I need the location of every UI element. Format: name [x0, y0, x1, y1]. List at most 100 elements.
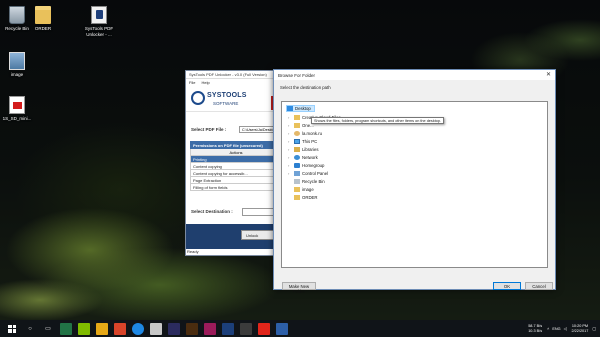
table-row[interactable]: Filling of form fields [190, 184, 282, 191]
recycle-bin-icon [294, 179, 300, 184]
tree-item-this-pc[interactable]: › This PC [288, 138, 317, 145]
language-indicator[interactable]: ENG [552, 327, 560, 331]
image-file-icon [9, 52, 25, 70]
select-pdf-label: Select PDF File : [191, 127, 227, 132]
select-destination-label: Select Destination : [191, 209, 233, 214]
tree-item-libraries[interactable]: › Libraries [288, 146, 318, 153]
dialog-subtitle: Select the destination path [280, 85, 331, 90]
table-row[interactable]: Content copying [190, 163, 282, 170]
desktop-icon-label: SysTools PDF Unlocker - ... [84, 26, 114, 37]
user-folder-icon [294, 131, 300, 136]
pdf-file-icon [9, 96, 25, 114]
tree-item-control-panel[interactable]: › Control Panel [288, 170, 328, 177]
desktop: Recycle Bin ORDER SysTools PDF Unlocker … [0, 0, 600, 320]
desktop-tooltip: Shows the files, folders, program shortc… [311, 117, 445, 124]
photoshop-icon[interactable] [222, 322, 234, 335]
network-icon [294, 155, 300, 160]
table-row[interactable]: Page Extraction [190, 177, 282, 184]
tree-item-onedrive[interactable]: › One... [288, 122, 314, 129]
library-icon [294, 147, 300, 152]
excel-icon[interactable] [60, 322, 72, 335]
tree-item-label: This PC [302, 139, 318, 144]
start-button[interactable] [6, 323, 18, 335]
windows-logo-icon [8, 324, 16, 333]
tree-item-label: Homegroup [302, 163, 325, 168]
tree-item-image[interactable]: image [294, 186, 314, 193]
acrobat-icon[interactable] [258, 322, 270, 335]
tree-item-homegroup[interactable]: › Homegroup [288, 162, 324, 169]
tree-item-label: Desktop [295, 106, 311, 111]
app-title-bar[interactable]: SysTools PDF Unlocker - v3.0 (Full Versi… [186, 71, 284, 79]
computer-icon [294, 139, 300, 144]
menu-help[interactable]: Help [201, 80, 209, 85]
cortana-icon[interactable]: ○ [24, 323, 36, 335]
app-green-icon[interactable] [78, 322, 90, 335]
browse-folder-dialog: Browse For Folder ✕ Select the destinati… [273, 69, 556, 294]
tree-item-label: Network [302, 155, 318, 160]
desktop-icon [287, 106, 293, 111]
clock[interactable]: 10:20 PM 2/22/2017 [572, 324, 589, 333]
ok-button[interactable]: OK [493, 282, 521, 290]
file-explorer-icon[interactable] [96, 322, 108, 335]
folder-icon [294, 115, 300, 120]
control-panel-icon [294, 171, 300, 176]
folder-tree[interactable]: Desktop › Creative Cloud Files › One... … [281, 101, 548, 268]
systools-app-icon [91, 6, 107, 24]
make-new-folder-button[interactable]: Make New Folder [282, 282, 316, 294]
network-speed: 58.7 B/s 10.3 B/s [528, 324, 542, 333]
logo-sub-text: SOFTWARE [213, 101, 239, 106]
homegroup-icon [294, 163, 300, 168]
cancel-button[interactable]: Cancel [525, 282, 553, 290]
logo-emblem-icon [191, 91, 205, 105]
tree-item-label: la.monk.ru [302, 131, 323, 136]
tree-item-recycle-bin[interactable]: Recycle Bin [294, 178, 325, 185]
app-menu-bar: File Help [186, 79, 284, 86]
tree-item-label: Libraries [302, 147, 319, 152]
permissions-header: Permissions on PDF file (unsecured) [190, 141, 282, 149]
clock-time: 10:20 PM [571, 324, 589, 328]
task-view-icon[interactable]: ▭ [42, 323, 54, 335]
indesign-icon[interactable] [204, 322, 216, 335]
actions-column-header: Actions [190, 149, 282, 156]
notification-icon[interactable]: ▢ [592, 326, 596, 331]
edge-icon[interactable] [132, 322, 144, 335]
volume-icon[interactable]: ◁ [564, 326, 567, 331]
tree-item-desktop[interactable]: Desktop [286, 105, 315, 112]
desktop-icon-label: 1S_SD_mini... [2, 116, 32, 121]
app-gray-icon[interactable] [150, 322, 162, 335]
desktop-icon-systools[interactable]: SysTools PDF Unlocker - ... [82, 6, 116, 37]
systools-taskbar-icon[interactable] [276, 322, 288, 335]
tree-item-label: Recycle Bin [302, 179, 325, 184]
folder-icon [294, 187, 300, 192]
systools-app-window[interactable]: SysTools PDF Unlocker - v3.0 (Full Versi… [185, 70, 285, 256]
app-dark-icon[interactable] [240, 322, 252, 335]
tree-item-label: image [302, 187, 314, 192]
folder-icon [294, 123, 300, 128]
tree-item-network[interactable]: › Network [288, 154, 318, 161]
system-tray: 58.7 B/s 10.3 B/s ˄ ENG ◁ 10:20 PM 2/22/… [528, 321, 596, 336]
illustrator-icon[interactable] [186, 322, 198, 335]
chevron-up-icon[interactable]: ˄ [547, 327, 549, 331]
tree-item-label: ORDER [302, 195, 318, 200]
premiere-icon[interactable] [168, 322, 180, 335]
logo-main-text: SYSTOOLS [207, 92, 247, 99]
close-icon[interactable]: ✕ [546, 71, 551, 78]
tree-item-user[interactable]: › la.monk.ru [288, 130, 322, 137]
taskbar: ○ ▭ 58.7 B/s 10.3 B/s ˄ ENG ◁ 10:20 PM 2… [0, 320, 600, 337]
desktop-icon-label: image [10, 72, 24, 77]
dialog-title-bar[interactable]: Browse For Folder ✕ [274, 70, 555, 80]
table-row[interactable]: Printing [190, 156, 282, 163]
tree-item-order[interactable]: ORDER [294, 194, 318, 201]
app-banner: SYSTOOLS SOFTWARE [186, 86, 284, 112]
status-text: Ready [187, 249, 199, 254]
folder-icon [294, 195, 300, 200]
recycle-bin-icon [9, 6, 25, 24]
desktop-icon-label: ORDER [34, 26, 52, 31]
desktop-icon-pdf[interactable]: 1S_SD_mini... [0, 96, 34, 122]
table-row[interactable]: Content copying for accessib... [190, 170, 282, 177]
systools-logo: SYSTOOLS SOFTWARE [191, 89, 251, 109]
desktop-icon-image[interactable]: image [0, 52, 34, 78]
desktop-icon-order[interactable]: ORDER [26, 6, 60, 32]
chrome-icon[interactable] [114, 322, 126, 335]
menu-file[interactable]: File [189, 80, 195, 85]
